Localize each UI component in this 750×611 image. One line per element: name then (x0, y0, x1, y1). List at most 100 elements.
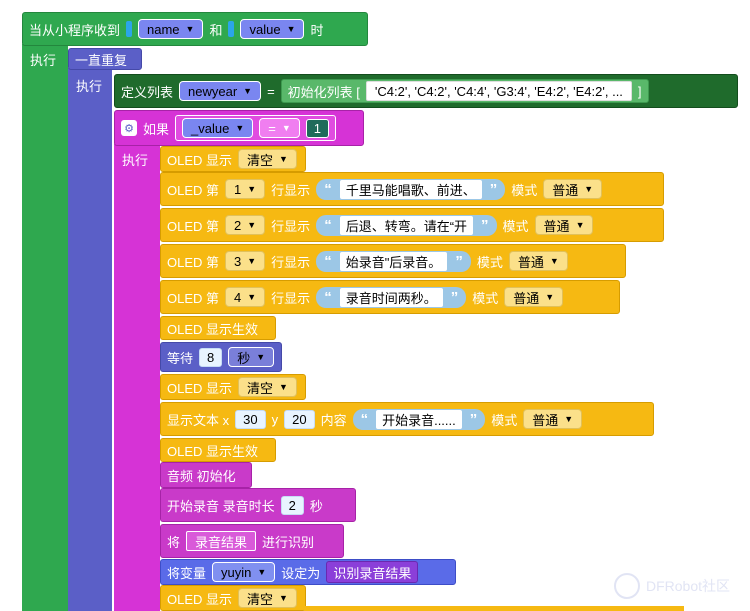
gear-icon[interactable]: ⚙ (121, 120, 137, 136)
compare-var-dropdown[interactable]: _value ▼ (182, 118, 254, 138)
text-string-block[interactable]: “ 后退、转弯。请在“开 ” (316, 214, 497, 236)
oled-effect-label: OLED 显示生效 (167, 443, 259, 459)
wait-label: 等待 (167, 350, 194, 366)
chevron-down-icon: ▼ (281, 123, 291, 133)
y-label: y (271, 411, 279, 427)
text-string-block[interactable]: “ 录音时间两秒。 ” (316, 286, 467, 308)
text-string-field[interactable]: 后退、转弯。请在“开 (339, 215, 474, 235)
oled-row-block-1[interactable]: OLED 第 1 ▼ 行显示 “千里马能唱歌、前进、” 模式 普通 ▼ (160, 172, 664, 206)
compare-value[interactable]: 1 (305, 118, 329, 138)
quote-open-icon: “ (324, 288, 332, 306)
mode-dropdown[interactable]: 普通 ▼ (504, 287, 564, 307)
event-exec-label: 执行 (30, 53, 57, 68)
text-string-block[interactable]: “ 千里马能唱歌、前进、 ” (316, 178, 506, 200)
quote-close-icon: ” (450, 288, 459, 306)
if-exec-label: 执行 (122, 153, 149, 168)
mode-label: 模式 (491, 412, 518, 428)
oled-clear-option: 清空 (247, 591, 274, 607)
oled-clear-label: OLED 显示 (167, 380, 233, 396)
init-list-block[interactable]: 初始化列表 [ 'C4:2', 'C4:2', 'C4:4', 'G3:4', … (280, 79, 649, 103)
y-field[interactable]: 20 (284, 409, 315, 429)
event-block[interactable]: 当从小程序收到 name ▼ 和 value ▼ 时 (22, 12, 368, 46)
record-unit: 秒 (309, 498, 323, 514)
oled-clear-label: OLED 显示 (167, 591, 233, 607)
mode-value: 普通 (552, 182, 579, 198)
name-param-dropdown[interactable]: name ▼ (138, 19, 204, 39)
record-block[interactable]: 开始录音 录音时长 2 秒 (160, 488, 356, 522)
oled-effect-block-1[interactable]: OLED 显示生效 (160, 316, 276, 340)
mode-value: 普通 (517, 254, 544, 270)
set-variable-block[interactable]: 将变量 yuyin ▼ 设定为 识别录音结果 (160, 559, 456, 585)
event-and: 和 (209, 22, 223, 38)
compare-op-dropdown[interactable]: = ▼ (259, 118, 300, 138)
oled-row-mid: 行显示 (271, 254, 311, 270)
set-var-label: 将变量 (167, 565, 207, 581)
oled-clear-block-3[interactable]: OLED 显示 清空 ▼ (160, 585, 306, 611)
oled-clear-block-2[interactable]: OLED 显示 清空 ▼ (160, 374, 306, 400)
if-block[interactable]: ⚙ 如果 _value ▼ = ▼ 1 (114, 110, 364, 146)
wait-unit-label: 秒 (237, 350, 251, 366)
oled-clear-dropdown[interactable]: 清空 ▼ (238, 377, 297, 397)
oled-row-number-dropdown[interactable]: 4 ▼ (225, 287, 266, 307)
oled-clear-block-1[interactable]: OLED 显示 清空 ▼ (160, 146, 306, 172)
next-block-edge (304, 606, 684, 611)
quote-close-icon: ” (489, 180, 498, 198)
name-param-label: name (147, 21, 180, 37)
define-list-label: 定义列表 (121, 84, 174, 100)
text-string-field[interactable]: 录音时间两秒。 (339, 287, 443, 307)
recognize-block[interactable]: 将 录音结果 进行识别 (160, 524, 344, 558)
forever-rail (68, 68, 112, 611)
mode-dropdown[interactable]: 普通 ▼ (534, 215, 594, 235)
recognition-result-block[interactable]: 识别录音结果 (326, 561, 419, 583)
text-string-block[interactable]: “ 开始录音...... ” (352, 408, 486, 430)
record-duration-field[interactable]: 2 (280, 495, 304, 515)
dfrobot-logo-icon (613, 573, 640, 599)
chevron-down-icon: ▼ (235, 123, 245, 133)
mode-label: 模式 (502, 218, 529, 234)
oled-row-number-dropdown[interactable]: 2 ▼ (225, 215, 266, 235)
oled-effect-block-2[interactable]: OLED 显示生效 (160, 438, 276, 462)
text-string-field[interactable]: 开始录音...... (376, 409, 462, 429)
set-var-dropdown[interactable]: yuyin ▼ (212, 562, 276, 582)
oled-clear-dropdown[interactable]: 清空 ▼ (238, 149, 297, 169)
oled-row-block-2[interactable]: OLED 第 2 ▼ 行显示 “后退、转弯。请在“开” 模式 普通 ▼ (160, 208, 664, 242)
param-connector (126, 21, 133, 37)
oled-row-number-dropdown[interactable]: 1 ▼ (225, 179, 266, 199)
compare-block[interactable]: _value ▼ = ▼ 1 (175, 115, 336, 141)
wait-seconds-field[interactable]: 8 (199, 347, 223, 367)
mode-dropdown[interactable]: 普通 ▼ (508, 251, 568, 271)
wait-block[interactable]: 等待 8 秒 ▼ (160, 342, 282, 372)
oled-row-block-4[interactable]: OLED 第 4 ▼ 行显示 “录音时间两秒。” 模式 普通 ▼ (160, 280, 620, 314)
oled-row-number-dropdown[interactable]: 3 ▼ (225, 251, 266, 271)
chevron-down-icon: ▼ (185, 24, 195, 34)
record-label: 开始录音 录音时长 (167, 498, 275, 514)
text-string-field[interactable]: 千里马能唱歌、前进、 (339, 179, 482, 199)
oled-row-mid: 行显示 (271, 290, 311, 306)
mode-dropdown[interactable]: 普通 ▼ (543, 179, 603, 199)
chevron-down-icon: ▼ (279, 593, 288, 603)
oled-clear-dropdown[interactable]: 清空 ▼ (238, 588, 297, 608)
mode-dropdown[interactable]: 普通 ▼ (523, 409, 583, 429)
oled-row-number: 1 (234, 181, 242, 197)
list-var-dropdown[interactable]: newyear ▼ (179, 81, 262, 101)
text-string-field[interactable]: 始录音"后录音。 (339, 251, 448, 271)
mode-label: 模式 (472, 290, 499, 306)
audio-init-block[interactable]: 音频 初始化 (160, 462, 252, 488)
text-string-block[interactable]: “ 始录音"后录音。 ” (316, 250, 471, 272)
x-field[interactable]: 30 (235, 409, 266, 429)
forever-block[interactable]: 一直重复 (68, 48, 142, 70)
audio-init-label: 音频 初始化 (167, 468, 236, 484)
recognize-field[interactable]: 录音结果 (186, 531, 257, 551)
oled-row-block-3[interactable]: OLED 第 3 ▼ 行显示 “始录音"后录音。” 模式 普通 ▼ (160, 244, 626, 278)
value-param-dropdown[interactable]: value ▼ (240, 19, 305, 39)
oled-row-number: 2 (234, 217, 242, 233)
wait-unit-dropdown[interactable]: 秒 ▼ (228, 347, 275, 367)
oled-clear-option: 清空 (247, 152, 274, 168)
event-prefix: 当从小程序收到 (29, 22, 121, 38)
quote-open-icon: “ (324, 180, 332, 198)
init-list-close: ] (637, 83, 642, 99)
list-items-field[interactable]: 'C4:2', 'C4:2', 'C4:4', 'G3:4', 'E4:2', … (365, 81, 632, 101)
show-text-block[interactable]: 显示文本 x 30 y 20 内容 “ 开始录音...... ” 模式 普通 ▼ (160, 402, 654, 436)
define-list-block[interactable]: 定义列表 newyear ▼ = 初始化列表 [ 'C4:2', 'C4:2', … (114, 74, 738, 108)
chevron-down-icon: ▼ (279, 382, 288, 392)
